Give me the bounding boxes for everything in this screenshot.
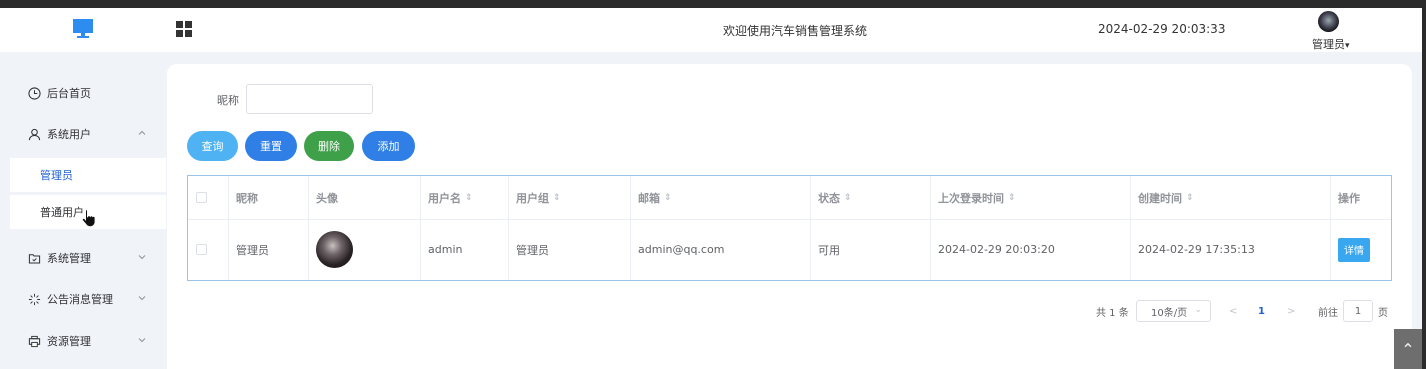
goto-label: 前往 (1318, 307, 1338, 319)
page-number-current[interactable]: 1 (1258, 300, 1265, 322)
sidebar-item-label: 资源管理 (47, 335, 91, 348)
sort-icon[interactable]: ⇕ (1186, 193, 1194, 203)
chevron-down-icon: ⌄ (1194, 305, 1202, 315)
apps-grid-icon[interactable] (176, 21, 193, 38)
chevron-down-icon (138, 338, 146, 343)
table-header-last-login[interactable]: 上次登录时间 ⇕ (930, 176, 1130, 219)
table-header-nickname: 昵称 (236, 191, 258, 205)
cell-username: admin (428, 243, 463, 256)
chevron-down-icon (138, 255, 146, 260)
sidebar-item-resources[interactable]: 资源管理 (0, 322, 166, 360)
top-header: 欢迎使用汽车销售管理系统 2024-02-29 20:03:33 管理员▾ (0, 8, 1422, 52)
sidebar-subitem-admin[interactable]: 管理员 (10, 158, 166, 192)
row-checkbox[interactable] (196, 244, 207, 255)
sidebar: 后台首页 系统用户 管理员 普通用户 系统管理 公告消息管理 资源管理 (0, 64, 166, 369)
clock-icon (28, 86, 41, 100)
sidebar-subitem-label: 管理员 (40, 169, 73, 182)
sort-icon[interactable]: ⇕ (1008, 193, 1016, 203)
printer-icon (28, 335, 41, 347)
sidebar-item-label: 公告消息管理 (47, 293, 113, 306)
table-header-actions: 操作 (1338, 191, 1360, 205)
table-header-group[interactable]: 用户组 ⇕ (508, 176, 630, 219)
detail-button[interactable]: 详情 (1338, 237, 1370, 262)
sidebar-item-label: 系统管理 (47, 252, 91, 265)
caret-down-icon: ▾ (1345, 41, 1350, 51)
table-header-avatar: 头像 (316, 191, 338, 205)
sidebar-item-label: 系统用户 (47, 128, 91, 141)
user-avatar-image (316, 231, 353, 268)
sidebar-item-system-management[interactable]: 系统管理 (0, 239, 166, 277)
sort-icon[interactable]: ⇕ (553, 193, 561, 203)
goto-page-input[interactable] (1343, 300, 1373, 322)
cell-created: 2024-02-29 17:35:13 (1138, 243, 1255, 256)
table-header-username[interactable]: 用户名 ⇕ (420, 176, 508, 219)
sidebar-item-announcements[interactable]: 公告消息管理 (0, 280, 166, 318)
sparkle-icon (28, 293, 41, 305)
chevron-up-icon (138, 130, 146, 135)
cell-group: 管理员 (516, 243, 549, 257)
table-header-select (188, 176, 228, 219)
table-header-email[interactable]: 邮箱 ⇕ (630, 176, 810, 219)
sort-icon[interactable]: ⇕ (465, 193, 473, 203)
cell-email: admin@qq.com (638, 243, 725, 256)
search-nickname-label: 昵称 (217, 94, 239, 107)
table-header-created[interactable]: 创建时间 ⇕ (1130, 176, 1330, 219)
window-edge (1422, 0, 1426, 369)
pagination-total: 共 1 条 (1096, 307, 1129, 319)
page-size-value: 10条/页 (1151, 307, 1188, 319)
user-icon (28, 128, 41, 140)
header-datetime: 2024-02-29 20:03:33 (1098, 22, 1226, 36)
cell-nickname: 管理员 (236, 243, 269, 257)
cell-status: 可用 (818, 243, 840, 257)
select-all-checkbox[interactable] (196, 192, 207, 203)
prev-page-button[interactable]: < (1229, 300, 1237, 322)
system-title: 欢迎使用汽车销售管理系统 (722, 24, 867, 38)
sidebar-item-label: 后台首页 (47, 87, 91, 100)
csdn-watermark: CSDN @bysjlw985 (1200, 337, 1406, 362)
folder-icon (28, 253, 41, 263)
user-avatar (1318, 11, 1339, 32)
sort-icon[interactable]: ⇕ (664, 193, 672, 203)
query-button[interactable]: 查询 (187, 131, 238, 161)
users-table: 昵称 头像 用户名 ⇕ 用户组 ⇕ 邮箱 ⇕ 状态 ⇕ 上次登录时间 ⇕ 创建时间 ⇕ 操作… (187, 175, 1392, 281)
table-header-status[interactable]: 状态 ⇕ (810, 176, 930, 219)
sidebar-item-dashboard[interactable]: 后台首页 (0, 74, 166, 112)
next-page-button[interactable]: > (1287, 300, 1295, 322)
sidebar-subitem-label: 普通用户 (40, 206, 84, 219)
main-content-card: 昵称 查询 重置 删除 添加 昵称 头像 用户名 ⇕ 用户组 ⇕ 邮箱 ⇕ 状态 ⇕ 上… (167, 64, 1412, 369)
app-window: 欢迎使用汽车销售管理系统 2024-02-29 20:03:33 管理员▾ 后台… (0, 8, 1422, 369)
scroll-top-button[interactable]: ⌃ (1394, 329, 1422, 369)
cell-last-login: 2024-02-29 20:03:20 (938, 243, 1055, 256)
sort-icon[interactable]: ⇕ (844, 193, 852, 203)
reset-button[interactable]: 重置 (245, 131, 297, 161)
hand-cursor-icon (81, 209, 96, 227)
chevron-down-icon (138, 296, 146, 301)
monitor-logo-icon (73, 19, 93, 38)
add-button[interactable]: 添加 (362, 131, 415, 161)
sidebar-item-system-users[interactable]: 系统用户 (0, 115, 166, 153)
search-nickname-input[interactable] (246, 84, 373, 114)
page-size-select[interactable]: 10条/页 ⌄ (1136, 300, 1211, 322)
page-unit-label: 页 (1378, 307, 1388, 319)
user-menu[interactable]: 管理员▾ (1308, 11, 1360, 51)
user-name-label: 管理员 (1312, 38, 1345, 51)
delete-button[interactable]: 删除 (304, 131, 354, 161)
